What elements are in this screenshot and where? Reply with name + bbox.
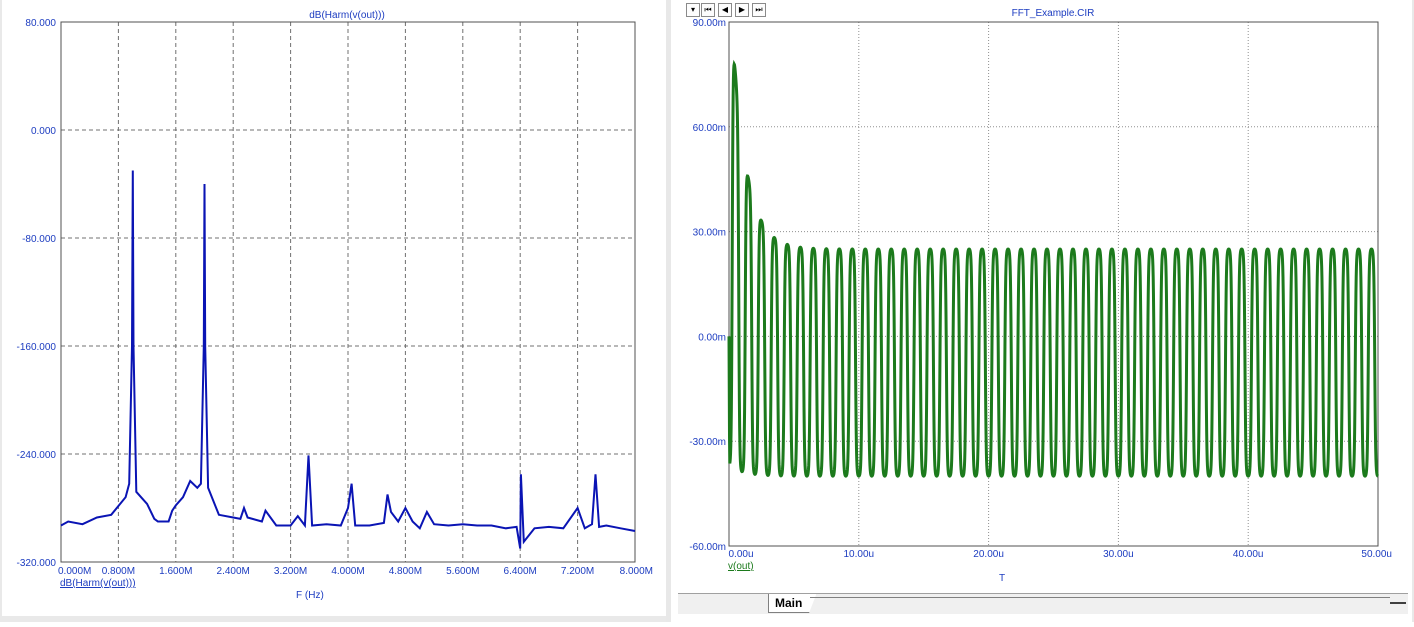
y-tick-label: 0.00m xyxy=(698,332,726,343)
x-tick-label: 10.00u xyxy=(844,549,875,560)
x-axis-ticks: 0.00u 10.00u 20.00u 30.00u 40.00u 50.00u xyxy=(728,549,1392,560)
prev-sheet-button[interactable]: ◀ xyxy=(718,3,732,17)
x-tick-label: 2.400M xyxy=(217,566,250,577)
x-tick-label: 1.600M xyxy=(159,566,192,577)
horizontal-scrollbar[interactable] xyxy=(810,597,1390,598)
vout-trace[interactable] xyxy=(727,59,1379,478)
x-axis-label: T xyxy=(999,573,1005,584)
y-tick-label: -80.000 xyxy=(22,234,56,245)
transient-pane[interactable]: FFT_Example.CIR 90.00m 60.00m 30.00m 0.00m -… xyxy=(671,0,1414,622)
x-tick-label: 40.00u xyxy=(1233,549,1264,560)
x-tick-label: 5.600M xyxy=(446,566,479,577)
x-axis-ticks: 0.000M 0.800M 1.600M 2.400M 3.200M 4.000M 4.80… xyxy=(58,566,653,577)
last-sheet-button[interactable]: ⏭ xyxy=(752,3,766,17)
y-tick-label: -320.000 xyxy=(17,558,57,569)
x-tick-label: 8.000M xyxy=(620,566,653,577)
pane-edge xyxy=(0,0,2,622)
x-tick-label: 7.200M xyxy=(561,566,594,577)
x-tick-label: 0.00u xyxy=(728,549,753,560)
y-tick-label: 0.000 xyxy=(31,126,56,137)
x-tick-label: 20.00u xyxy=(973,549,1004,560)
y-tick-label: 80.000 xyxy=(25,18,56,29)
y-tick-label: -30.00m xyxy=(689,437,726,448)
harmonic-spectrum-plot[interactable]: dB(Harm(v(out))) 80.000 0.000 -80.000 -160.… xyxy=(0,0,666,622)
legend-label[interactable]: dB(Harm(v(out))) xyxy=(60,578,136,589)
next-sheet-button[interactable]: ▶ xyxy=(735,3,749,17)
scrollbar-thumb[interactable] xyxy=(1390,594,1406,604)
y-tick-label: 90.00m xyxy=(693,18,726,29)
x-tick-label: 3.200M xyxy=(274,566,307,577)
x-tick-label: 0.000M xyxy=(58,566,91,577)
first-sheet-button[interactable]: ⏮ xyxy=(701,3,715,17)
x-tick-label: 30.00u xyxy=(1103,549,1134,560)
x-tick-label: 6.400M xyxy=(504,566,537,577)
x-tick-label: 0.800M xyxy=(102,566,135,577)
legend-label[interactable]: v(out) xyxy=(728,561,754,572)
x-tick-label: 4.800M xyxy=(389,566,422,577)
y-axis-ticks: 90.00m 60.00m 30.00m 0.00m -30.00m -60.00m xyxy=(689,18,726,553)
plot-grid xyxy=(61,22,635,562)
y-tick-label: 30.00m xyxy=(693,228,726,239)
y-axis-ticks: 80.000 0.000 -80.000 -160.000 -240.000 -320.0… xyxy=(17,18,57,569)
harmonic-spectrum-pane[interactable]: dB(Harm(v(out))) 80.000 0.000 -80.000 -160.… xyxy=(0,0,666,622)
y-tick-label: -60.00m xyxy=(689,542,726,553)
y-tick-label: -160.000 xyxy=(17,342,57,353)
transient-plot[interactable]: FFT_Example.CIR 90.00m 60.00m 30.00m 0.00m -… xyxy=(671,0,1414,595)
y-tick-label: 60.00m xyxy=(693,123,726,134)
plot-title: dB(Harm(v(out))) xyxy=(309,10,385,21)
plot-frame xyxy=(728,21,1379,547)
plot-title: FFT_Example.CIR xyxy=(1012,8,1095,19)
plot-grid xyxy=(729,22,1378,546)
x-tick-label: 50.00u xyxy=(1361,549,1392,560)
y-tick-label: -240.000 xyxy=(17,450,57,461)
x-tick-label: 4.000M xyxy=(331,566,364,577)
x-axis-label: F (Hz) xyxy=(296,590,324,601)
pane-edge xyxy=(0,616,666,622)
tab-menu-button[interactable]: ▾ xyxy=(686,3,700,17)
